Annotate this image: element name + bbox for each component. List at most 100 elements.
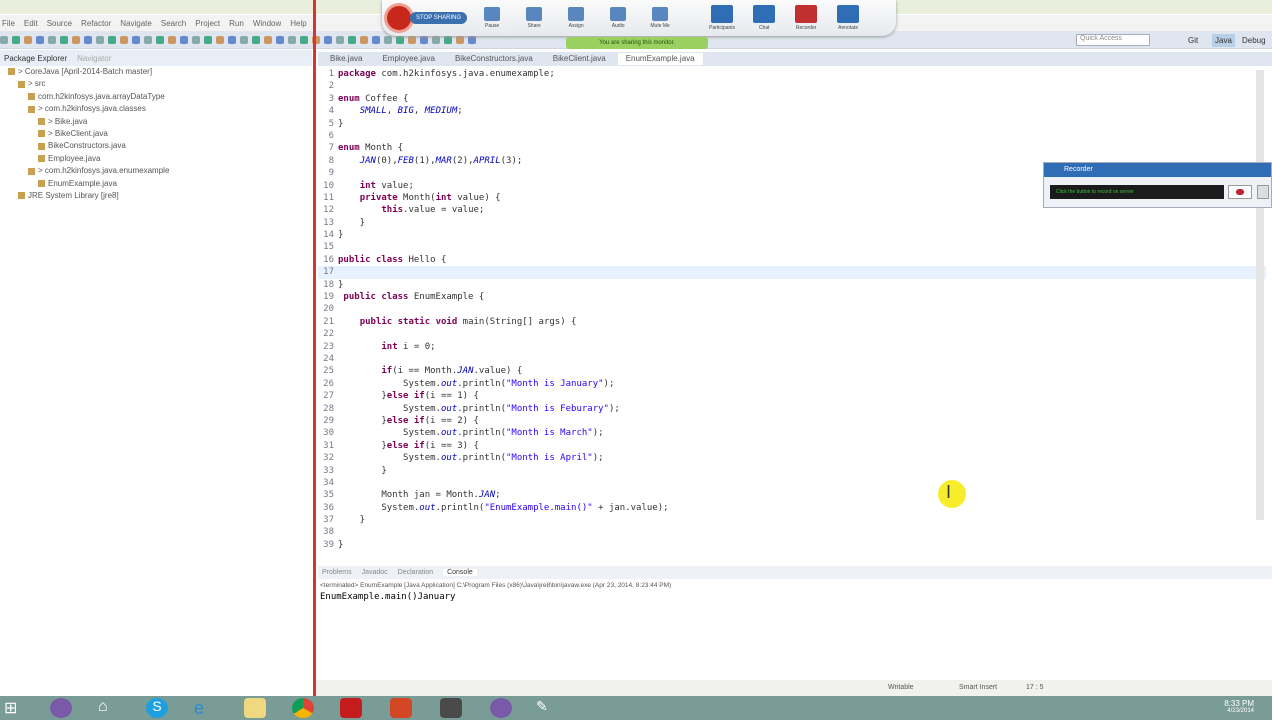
tree-item[interactable]: com.h2kinfosys.java.arrayDataType: [0, 91, 312, 103]
perspective-git[interactable]: Git: [1188, 36, 1198, 45]
toolbar-button[interactable]: [336, 36, 344, 44]
toolbar-button[interactable]: [204, 36, 212, 44]
toolbar-button[interactable]: [240, 36, 248, 44]
tree-item[interactable]: > Bike.java: [0, 116, 312, 128]
tree-item[interactable]: EnumExample.java: [0, 178, 312, 190]
record-button[interactable]: [1228, 185, 1252, 199]
toolbar-button[interactable]: [120, 36, 128, 44]
toolbar-button[interactable]: [348, 36, 356, 44]
tab-declaration[interactable]: Declaration: [398, 569, 433, 576]
toolbar-button[interactable]: [48, 36, 56, 44]
toolbar-button[interactable]: [72, 36, 80, 44]
navigator-tab[interactable]: Navigator: [77, 54, 111, 63]
toolbar-button[interactable]: [456, 36, 464, 44]
toolbar-button[interactable]: [180, 36, 188, 44]
tree-item[interactable]: > com.h2kinfosys.java.classes: [0, 103, 312, 115]
tree-item[interactable]: BikeConstructors.java: [0, 140, 312, 152]
menu-file[interactable]: File: [2, 19, 15, 28]
toolbar-button[interactable]: [36, 36, 44, 44]
home-icon[interactable]: ⌂: [98, 698, 120, 718]
paint-icon[interactable]: ✎: [536, 698, 558, 718]
share-mute-me-button[interactable]: Mute Me: [639, 7, 681, 29]
toolbar-button[interactable]: [192, 36, 200, 44]
menu-navigate[interactable]: Navigate: [120, 19, 152, 28]
stop-record-button[interactable]: [1257, 185, 1269, 199]
menu-window[interactable]: Window: [253, 19, 281, 28]
tree-item[interactable]: > CoreJava [April-2014-Batch master]: [0, 66, 312, 78]
toolbar-button[interactable]: [360, 36, 368, 44]
toolbar-button[interactable]: [300, 36, 308, 44]
toolbar-button[interactable]: [396, 36, 404, 44]
menu-help[interactable]: Help: [290, 19, 306, 28]
toolbar-button[interactable]: [420, 36, 428, 44]
chat-button[interactable]: Chat: [743, 5, 785, 31]
toolbar-button[interactable]: [288, 36, 296, 44]
share-assign-button[interactable]: Assign: [555, 7, 597, 29]
toolbar-button[interactable]: [108, 36, 116, 44]
share-audio-button[interactable]: Audio: [597, 7, 639, 29]
editor-tab[interactable]: EnumExample.java: [617, 53, 703, 65]
toolbar-button[interactable]: [144, 36, 152, 44]
app-icon-purple[interactable]: [50, 698, 72, 718]
tree-item[interactable]: > com.h2kinfosys.java.enumexample: [0, 165, 312, 177]
editor-tab[interactable]: Employee.java: [374, 53, 442, 65]
toolbar-button[interactable]: [468, 36, 476, 44]
toolbar-button[interactable]: [372, 36, 380, 44]
toolbar-button[interactable]: [60, 36, 68, 44]
package-explorer-tab[interactable]: Package Explorer: [4, 54, 67, 63]
annotate-button[interactable]: Annotate: [827, 5, 869, 31]
editor-tab[interactable]: Bike.java: [322, 53, 370, 65]
tree-item[interactable]: JRE System Library [jre8]: [0, 190, 312, 202]
editor-tab[interactable]: BikeConstructors.java: [447, 53, 541, 65]
menu-refactor[interactable]: Refactor: [81, 19, 111, 28]
stop-sharing-button[interactable]: STOP SHARING: [410, 12, 468, 24]
menu-edit[interactable]: Edit: [24, 19, 38, 28]
recorder-button[interactable]: Recorder: [785, 5, 827, 31]
file-explorer-icon[interactable]: [244, 698, 266, 718]
tree-item[interactable]: > src: [0, 78, 312, 90]
menu-source[interactable]: Source: [47, 19, 72, 28]
toolbar-button[interactable]: [0, 36, 8, 44]
toolbar-button[interactable]: [444, 36, 452, 44]
toolbar-button[interactable]: [24, 36, 32, 44]
app-icon-purple-2[interactable]: [490, 698, 512, 718]
internet-explorer-icon[interactable]: e: [194, 698, 216, 718]
toolbar-button[interactable]: [132, 36, 140, 44]
toolbar-button[interactable]: [408, 36, 416, 44]
code-editor[interactable]: 1 package com.h2kinfosys.java.enumexample…: [318, 66, 1266, 556]
tab-javadoc[interactable]: Javadoc: [362, 569, 388, 576]
chrome-icon[interactable]: [292, 698, 314, 718]
toolbar-button[interactable]: [12, 36, 20, 44]
toolbar-button[interactable]: [432, 36, 440, 44]
share-share-button[interactable]: Share: [513, 7, 555, 29]
editor-scrollbar[interactable]: [1256, 70, 1264, 520]
acrobat-icon[interactable]: [340, 698, 362, 718]
perspective-debug[interactable]: Debug: [1242, 36, 1266, 45]
toolbar-button[interactable]: [276, 36, 284, 44]
start-button[interactable]: ⊞: [4, 698, 26, 718]
toolbar-button[interactable]: [168, 36, 176, 44]
perspective-java[interactable]: Java: [1212, 34, 1235, 47]
tab-problems[interactable]: Problems: [322, 569, 352, 576]
tree-item[interactable]: Employee.java: [0, 153, 312, 165]
menu-project[interactable]: Project: [195, 19, 220, 28]
toolbar-button[interactable]: [216, 36, 224, 44]
toolbar-button[interactable]: [252, 36, 260, 44]
tree-item[interactable]: > BikeClient.java: [0, 128, 312, 140]
participants-button[interactable]: Participants: [701, 5, 743, 31]
editor-tab[interactable]: BikeClient.java: [545, 53, 614, 65]
toolbar-button[interactable]: [324, 36, 332, 44]
toolbar-button[interactable]: [264, 36, 272, 44]
toolbar-button[interactable]: [84, 36, 92, 44]
toolbar-button[interactable]: [156, 36, 164, 44]
toolbar-button[interactable]: [228, 36, 236, 44]
share-pause-button[interactable]: Pause: [471, 7, 513, 29]
tab-console[interactable]: Console: [443, 569, 477, 576]
menu-search[interactable]: Search: [161, 19, 186, 28]
system-clock[interactable]: 8:33 PM 4/23/2014: [1224, 699, 1254, 714]
powerpoint-icon[interactable]: [390, 698, 412, 718]
quick-access-input[interactable]: Quick Access: [1076, 34, 1150, 46]
sublime-icon[interactable]: [440, 698, 462, 718]
skype-icon[interactable]: S: [146, 698, 168, 718]
toolbar-button[interactable]: [96, 36, 104, 44]
